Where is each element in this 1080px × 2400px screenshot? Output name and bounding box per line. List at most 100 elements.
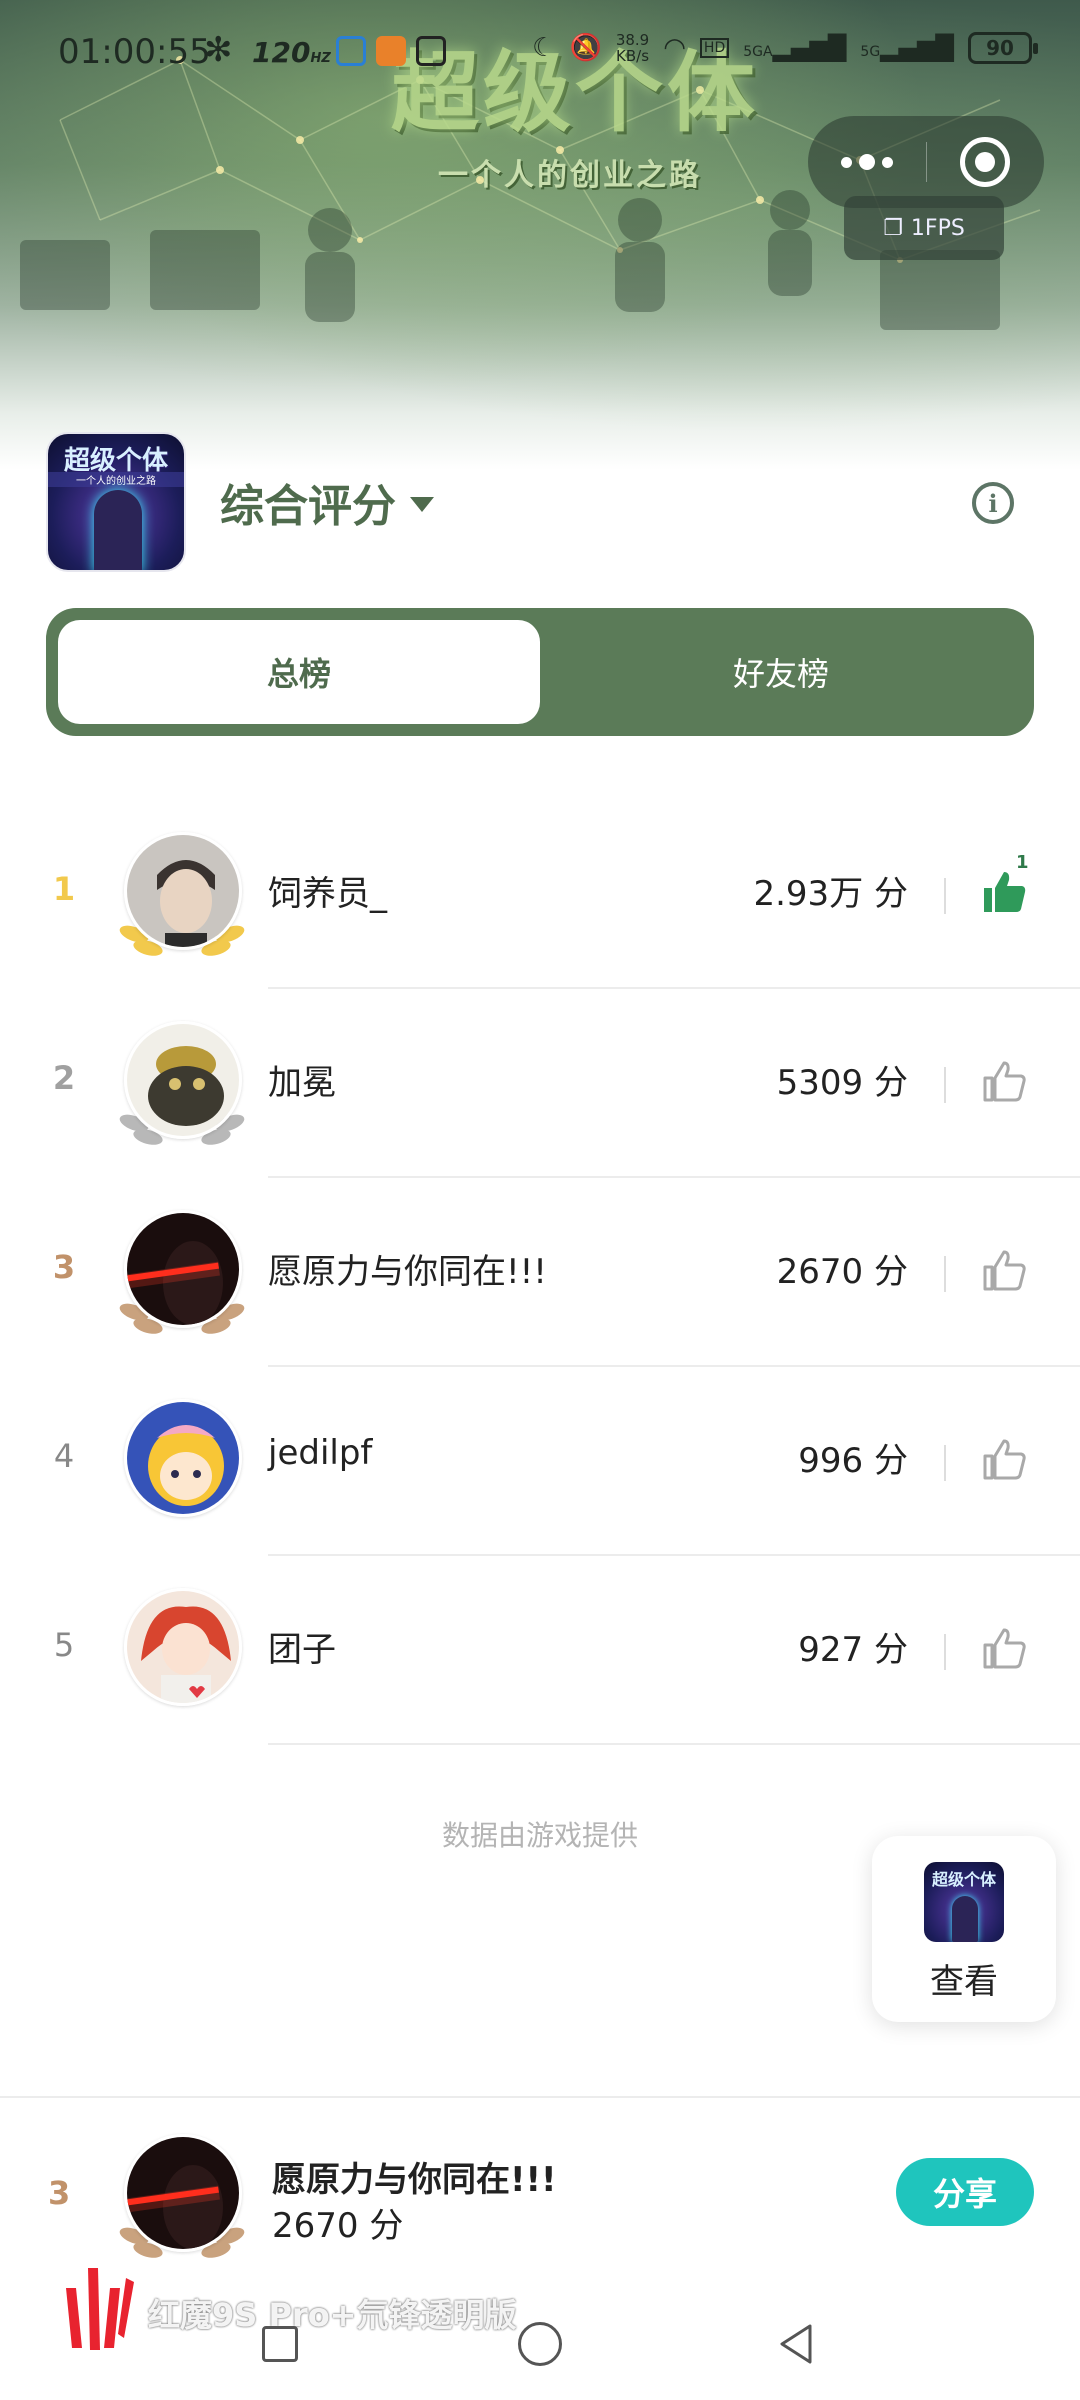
rating-mode-dropdown[interactable]: 综合评分 bbox=[220, 470, 434, 534]
hd-icon: HD bbox=[699, 38, 730, 58]
my-avatar-with-laurel bbox=[112, 2134, 252, 2264]
share-button[interactable]: 分享 bbox=[896, 2158, 1034, 2226]
leaderboard-row[interactable]: 3 愿原力与你同在!!! 2670 分 bbox=[0, 1178, 1080, 1367]
status-time: 01:00:55 bbox=[58, 32, 211, 72]
status-right-group: ☾ 🔕 38.9 KB/s ◠ HD 5GA▂▄▆█ 5G▂▄▆█ 90 bbox=[532, 32, 1038, 64]
rank-number: 1 bbox=[52, 870, 76, 908]
mini-game-icon: 超级个体 bbox=[924, 1862, 1004, 1942]
my-rank-number: 3 bbox=[48, 2174, 71, 2212]
player-name: jedilpf bbox=[268, 1433, 373, 1473]
my-avatar bbox=[124, 2134, 242, 2252]
recent-apps-button[interactable] bbox=[262, 2326, 298, 2362]
fps-label: 1FPS bbox=[910, 215, 965, 241]
copy-icon: ❐ bbox=[883, 215, 903, 241]
my-name: 愿原力与你同在!!! bbox=[272, 2160, 557, 2200]
view-label: 查看 bbox=[930, 1962, 998, 2002]
avatar bbox=[124, 832, 242, 950]
player-score: 2670 分 bbox=[776, 1252, 908, 1292]
rating-mode-label: 综合评分 bbox=[220, 481, 396, 532]
close-mini-program-button[interactable] bbox=[927, 116, 1045, 208]
red-magic-logo bbox=[66, 2268, 134, 2350]
signal-bars-icon: ▂▄▆█ bbox=[772, 34, 847, 62]
mute-bell-icon: 🔕 bbox=[569, 33, 602, 63]
game-icon-figure bbox=[94, 490, 142, 570]
banner-subtitle: 一个人的创业之路 bbox=[438, 158, 702, 193]
home-button[interactable] bbox=[518, 2322, 562, 2366]
player-score: 927 分 bbox=[798, 1630, 908, 1670]
sim1-label: 5GA bbox=[743, 44, 773, 60]
moon-icon: ☾ bbox=[532, 33, 556, 63]
battery-indicator: 90 bbox=[968, 32, 1038, 64]
status-bar: 01:00:55 ✻ 120HZ ☾ 🔕 38.9 KB/s ◠ HD 5GA▂… bbox=[0, 0, 1080, 100]
like-separator bbox=[944, 1445, 946, 1481]
game-icon[interactable]: 超级个体 一个人的创业之路 bbox=[46, 432, 186, 572]
mini-game-icon-figure bbox=[952, 1896, 978, 1942]
leaderboard-list: 1 饲养员_ 2.93万 分 1 2 加冕 5309 分 3 愿原力与你同在!!… bbox=[0, 800, 1080, 1745]
avatar-with-laurel bbox=[112, 832, 252, 962]
mini-game-icon-title: 超级个体 bbox=[931, 1870, 996, 1889]
mini-program-capsule bbox=[808, 116, 1044, 208]
target-close-icon bbox=[960, 137, 1011, 187]
my-rank-bar: 3 愿原力与你同在!!! 2670 分 分享 红魔9S Pro+氘锋透明版 bbox=[0, 2096, 1080, 2400]
avatar-with-laurel bbox=[112, 1021, 252, 1151]
leaderboard-row[interactable]: 5 团子 927 分 bbox=[0, 1556, 1080, 1745]
more-menu-button[interactable] bbox=[808, 116, 926, 208]
avatar bbox=[124, 1588, 242, 1706]
like-count: 1 bbox=[1016, 852, 1029, 873]
wifi-icon: ◠ bbox=[663, 33, 686, 63]
leaderboard-row[interactable]: 2 加冕 5309 分 bbox=[0, 989, 1080, 1178]
fan-icon: ✻ bbox=[204, 30, 233, 70]
avatar bbox=[124, 1210, 242, 1328]
sim2-label: 5G bbox=[860, 44, 881, 60]
app-notification-icon bbox=[376, 36, 406, 66]
leaderboard-row[interactable]: 4 jedilpf 996 分 bbox=[0, 1367, 1080, 1556]
player-name: 团子 bbox=[268, 1630, 336, 1670]
player-score: 996 分 bbox=[798, 1441, 908, 1481]
info-icon[interactable]: i bbox=[972, 482, 1014, 524]
caret-down-icon bbox=[410, 496, 434, 512]
rank-number: 4 bbox=[53, 1437, 75, 1475]
view-game-button[interactable]: 超级个体 查看 bbox=[872, 1836, 1056, 2022]
like-separator bbox=[944, 1256, 946, 1292]
avatar bbox=[124, 1399, 242, 1517]
leaderboard-tabs: 总榜 好友榜 bbox=[46, 608, 1034, 736]
game-icon-subtitle: 一个人的创业之路 bbox=[48, 472, 184, 487]
rank-number: 3 bbox=[52, 1248, 76, 1286]
signal-bars-icon: ▂▄▆█ bbox=[880, 34, 954, 62]
refresh-rate-unit: HZ bbox=[310, 51, 331, 66]
network-speed: 38.9 KB/s bbox=[616, 32, 649, 64]
rank-number: 2 bbox=[52, 1059, 76, 1097]
avatar bbox=[124, 1021, 242, 1139]
like-separator bbox=[944, 1634, 946, 1670]
player-name: 愿原力与你同在!!! bbox=[268, 1252, 547, 1292]
thumbs-up-icon[interactable] bbox=[980, 1057, 1028, 1105]
avatar-wrap bbox=[112, 1588, 252, 1718]
row-divider bbox=[268, 1743, 1080, 1745]
signal-sim2: 5G▂▄▆█ bbox=[860, 34, 954, 62]
device-watermark: 红魔9S Pro+氘锋透明版 bbox=[148, 2296, 517, 2334]
thumbs-up-icon[interactable] bbox=[980, 1624, 1028, 1672]
player-name: 加冕 bbox=[268, 1063, 336, 1103]
refresh-rate: 120HZ bbox=[252, 36, 331, 69]
back-button[interactable] bbox=[776, 2322, 816, 2366]
app-notification-icon bbox=[336, 36, 366, 66]
tab-overall[interactable]: 总榜 bbox=[58, 620, 540, 724]
rank-number: 5 bbox=[53, 1626, 75, 1664]
like-separator bbox=[944, 1067, 946, 1103]
player-score: 5309 分 bbox=[776, 1063, 908, 1103]
fps-badge: ❐ 1FPS bbox=[844, 196, 1004, 260]
avatar-with-laurel bbox=[112, 1210, 252, 1340]
avatar-wrap bbox=[112, 1399, 252, 1529]
tab-friends[interactable]: 好友榜 bbox=[540, 620, 1022, 724]
thumbs-up-icon[interactable] bbox=[980, 1435, 1028, 1483]
more-dots-icon bbox=[840, 154, 893, 170]
like-separator bbox=[944, 878, 946, 914]
thumbs-up-filled-icon[interactable] bbox=[980, 868, 1028, 916]
leaderboard-row[interactable]: 1 饲养员_ 2.93万 分 1 bbox=[0, 800, 1080, 989]
app-notification-icon bbox=[416, 36, 446, 66]
thumbs-up-icon[interactable] bbox=[980, 1246, 1028, 1294]
my-score: 2670 分 bbox=[272, 2206, 404, 2246]
player-name: 饲养员_ bbox=[268, 874, 387, 914]
refresh-rate-value: 120 bbox=[252, 36, 311, 69]
player-score: 2.93万 分 bbox=[753, 874, 908, 914]
